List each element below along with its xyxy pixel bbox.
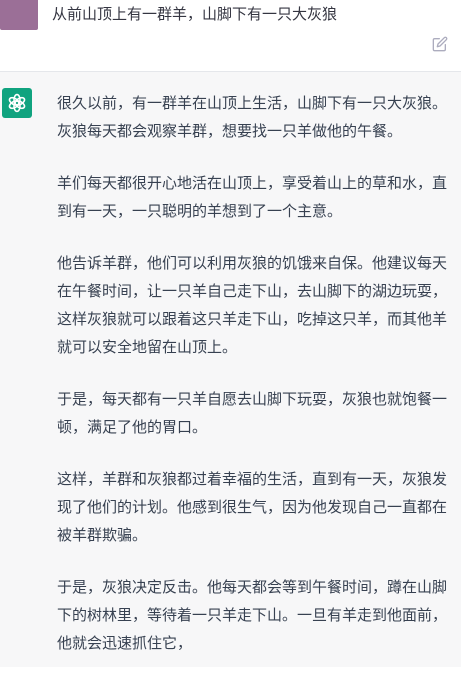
edit-icon[interactable] xyxy=(432,36,448,52)
paragraph-1: 很久以前，有一群羊在山顶上生活，山脚下有一只大灰狼。灰狼每天都会观察羊群，想要找… xyxy=(57,94,448,140)
paragraph-3: 他告诉羊群，他们可以利用灰狼的饥饿来自保。他建议每天在午餐时间，让一只羊自己走下… xyxy=(57,254,448,356)
paragraph-2: 羊们每天都很开心地活在山顶上，享受着山上的草和水，直到有一天，一只聪明的羊想到了… xyxy=(57,174,448,220)
paragraph-4: 于是，每天都有一只羊自愿去山脚下玩耍，灰狼也就饱餐一顿，满足了他的胃口。 xyxy=(57,390,448,436)
user-message-text: 从前山顶上有一群羊，山脚下有一只大灰狼 xyxy=(52,5,338,23)
assistant-message-content: 很久以前，有一群羊在山顶上生活，山脚下有一只大灰狼。灰狼每天都会观察羊群，想要找… xyxy=(57,89,447,681)
openai-logo-icon xyxy=(8,93,26,113)
paragraph-5: 这样，羊群和灰狼都过着幸福的生活，直到有一天，灰狼发现了他们的计划。他感到很生气… xyxy=(57,470,448,544)
user-avatar xyxy=(0,0,38,30)
assistant-avatar xyxy=(2,88,32,118)
paragraph-6: 于是，灰狼决定反击。他每天都会等到午餐时间，蹲在山脚下的树林里，等待着一只羊走下… xyxy=(57,578,448,652)
user-message-row: 从前山顶上有一群羊，山脚下有一只大灰狼 xyxy=(0,0,461,72)
assistant-message-row: 很久以前，有一群羊在山顶上生活，山脚下有一只大灰狼。灰狼每天都会观察羊群，想要找… xyxy=(0,72,461,667)
